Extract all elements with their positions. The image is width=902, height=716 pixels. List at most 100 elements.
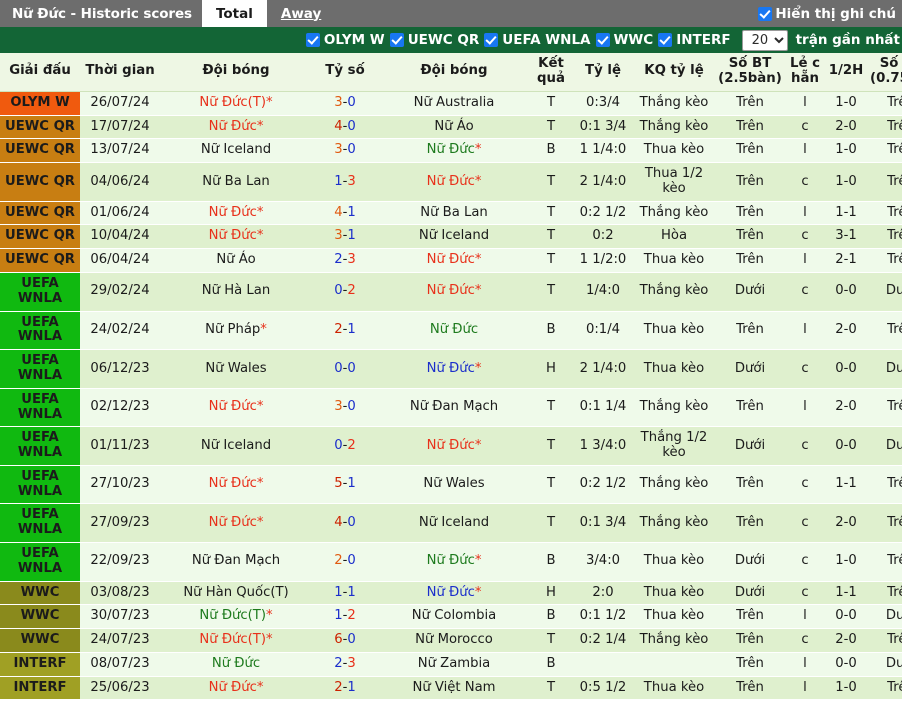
table-row[interactable]: UEFA WNLA 29/02/24 Nữ Hà Lan 0-2 Nữ Đức* T 1/4… (0, 272, 902, 312)
league-badge[interactable]: UEWC QR (0, 115, 80, 140)
col-league[interactable]: Giải đấu (0, 53, 80, 92)
away-team[interactable]: Nữ Iceland (378, 224, 530, 250)
match-count-select[interactable]: 10203050 (741, 29, 788, 51)
show-notes-toggle[interactable]: Hiển thị ghi chú (758, 0, 902, 27)
home-team[interactable]: Nữ Đức* (160, 224, 312, 250)
away-team[interactable]: Nữ Việt Nam (378, 676, 530, 701)
filter-olym-w[interactable]: OLYM W (305, 32, 385, 48)
table-row[interactable]: UEFA WNLA 06/12/23 Nữ Wales 0-0 Nữ Đức* H 2 1/… (0, 349, 902, 389)
home-team[interactable]: Nữ Đức(T)* (160, 628, 312, 653)
away-team[interactable]: Nữ Australia (378, 91, 530, 116)
home-team[interactable]: Nữ Pháp* (160, 311, 312, 351)
away-team[interactable]: Nữ Colombia (378, 604, 530, 630)
home-team[interactable]: Nữ Iceland (160, 138, 312, 164)
match-score[interactable]: 6-0 (312, 628, 378, 653)
match-score[interactable]: 4-1 (312, 201, 378, 226)
away-team[interactable]: Nữ Đức* (378, 138, 530, 164)
away-team[interactable]: Nữ Ba Lan (378, 201, 530, 226)
col-half-time[interactable]: 1/2H (824, 53, 868, 92)
home-team[interactable]: Nữ Đức* (160, 388, 312, 428)
match-score[interactable]: 3-0 (312, 138, 378, 164)
home-team[interactable]: Nữ Đức* (160, 503, 312, 543)
away-team[interactable]: Nữ Zambia (378, 652, 530, 677)
home-team[interactable]: Nữ Đức* (160, 115, 312, 140)
league-badge[interactable]: UEFA WNLA (0, 465, 80, 505)
away-team[interactable]: Nữ Iceland (378, 503, 530, 543)
league-badge[interactable]: UEWC QR (0, 201, 80, 226)
away-team[interactable]: Nữ Wales (378, 465, 530, 505)
home-team[interactable]: Nữ Áo (160, 248, 312, 274)
match-score[interactable]: 1-1 (312, 581, 378, 606)
col-bt-25[interactable]: Số BT (2.5bàn) (714, 53, 786, 92)
match-score[interactable]: 2-3 (312, 248, 378, 274)
match-score[interactable]: 0-2 (312, 272, 378, 312)
table-row[interactable]: INTERF 25/06/23 Nữ Đức* 2-1 Nữ Việt Nam T 0:5 … (0, 676, 902, 701)
tab-total[interactable]: Total (201, 0, 267, 27)
league-badge[interactable]: UEFA WNLA (0, 503, 80, 543)
match-score[interactable]: 4-0 (312, 503, 378, 543)
table-row[interactable]: UEFA WNLA 22/09/23 Nữ Đan Mạch 2-0 Nữ Đức* B 3… (0, 542, 902, 582)
league-badge[interactable]: INTERF (0, 676, 80, 701)
league-badge[interactable]: OLYM W (0, 91, 80, 116)
home-team[interactable]: Nữ Ba Lan (160, 162, 312, 202)
table-row[interactable]: UEWC QR 13/07/24 Nữ Iceland 3-0 Nữ Đức* B 1 1/… (0, 138, 902, 164)
col-odds[interactable]: Tỷ lệ (572, 53, 634, 92)
league-badge[interactable]: UEWC QR (0, 162, 80, 202)
table-row[interactable]: UEWC QR 17/07/24 Nữ Đức* 4-0 Nữ Áo T 0:1 3/4 Th… (0, 115, 902, 140)
table-row[interactable]: UEWC QR 10/04/24 Nữ Đức* 3-1 Nữ Iceland T 0:2 H… (0, 224, 902, 250)
table-row[interactable]: OLYM W 26/07/24 Nữ Đức(T)* 3-0 Nữ Australia T… (0, 91, 902, 116)
league-badge[interactable]: UEFA WNLA (0, 426, 80, 466)
filter-uefa-wnla[interactable]: UEFA WNLA (484, 32, 591, 48)
checkbox-icon[interactable] (658, 33, 673, 47)
away-team[interactable]: Nữ Đức (378, 311, 530, 351)
match-score[interactable]: 1-3 (312, 162, 378, 202)
match-score[interactable]: 2-3 (312, 652, 378, 677)
table-row[interactable]: WWC 30/07/23 Nữ Đức(T)* 1-2 Nữ Colombia B 0:1 … (0, 604, 902, 630)
match-score[interactable]: 3-1 (312, 224, 378, 250)
match-score[interactable]: 5-1 (312, 465, 378, 505)
away-team[interactable]: Nữ Áo (378, 115, 530, 140)
table-row[interactable]: UEFA WNLA 02/12/23 Nữ Đức* 3-0 Nữ Đan Mạch T 0… (0, 388, 902, 428)
match-score[interactable]: 2-1 (312, 311, 378, 351)
checkbox-icon[interactable] (758, 6, 773, 21)
checkbox-icon[interactable] (305, 33, 320, 47)
home-team[interactable]: Nữ Đức* (160, 465, 312, 505)
match-score[interactable]: 4-0 (312, 115, 378, 140)
home-team[interactable]: Nữ Hàn Quốc(T) (160, 581, 312, 606)
match-score[interactable]: 2-1 (312, 676, 378, 701)
league-badge[interactable]: UEFA WNLA (0, 349, 80, 389)
league-badge[interactable]: UEWC QR (0, 224, 80, 250)
league-badge[interactable]: UEFA WNLA (0, 388, 80, 428)
table-row[interactable]: WWC 24/07/23 Nữ Đức(T)* 6-0 Nữ Morocco T 0:2 1… (0, 628, 902, 653)
match-score[interactable]: 1-2 (312, 604, 378, 630)
col-result[interactable]: Kết quả (530, 53, 572, 92)
league-badge[interactable]: UEWC QR (0, 138, 80, 164)
col-odds-result[interactable]: KQ tỷ lệ (634, 53, 714, 92)
table-row[interactable]: UEFA WNLA 24/02/24 Nữ Pháp* 2-1 Nữ Đức B 0:1/4… (0, 311, 902, 351)
home-team[interactable]: Nữ Iceland (160, 426, 312, 466)
home-team[interactable]: Nữ Đức* (160, 676, 312, 701)
table-row[interactable]: WWC 03/08/23 Nữ Hàn Quốc(T) 1-1 Nữ Đức* H 2:0 T… (0, 581, 902, 606)
league-badge[interactable]: WWC (0, 604, 80, 630)
filter-wwc[interactable]: WWC (595, 32, 653, 48)
col-bt-075[interactable]: Số BT (0.75bàn) (868, 53, 902, 92)
checkbox-icon[interactable] (389, 33, 404, 47)
col-time[interactable]: Thời gian (80, 53, 160, 92)
league-badge[interactable]: UEFA WNLA (0, 542, 80, 582)
home-team[interactable]: Nữ Đức* (160, 201, 312, 226)
away-team[interactable]: Nữ Đức* (378, 272, 530, 312)
filter-interf[interactable]: INTERF (658, 32, 731, 48)
match-score[interactable]: 2-0 (312, 542, 378, 582)
home-team[interactable]: Nữ Wales (160, 349, 312, 389)
away-team[interactable]: Nữ Morocco (378, 628, 530, 653)
home-team[interactable]: Nữ Hà Lan (160, 272, 312, 312)
home-team[interactable]: Nữ Đức(T)* (160, 91, 312, 116)
checkbox-icon[interactable] (595, 33, 610, 47)
home-team[interactable]: Nữ Đức(T)* (160, 604, 312, 630)
col-away-team[interactable]: Đội bóng (378, 53, 530, 92)
match-score[interactable]: 0-2 (312, 426, 378, 466)
league-badge[interactable]: UEWC QR (0, 248, 80, 274)
table-row[interactable]: INTERF 08/07/23 Nữ Đức 2-3 Nữ Zambia B Trên l 0-… (0, 652, 902, 677)
table-row[interactable]: UEWC QR 04/06/24 Nữ Ba Lan 1-3 Nữ Đức* T 2 1/4… (0, 162, 902, 202)
home-team[interactable]: Nữ Đan Mạch (160, 542, 312, 582)
